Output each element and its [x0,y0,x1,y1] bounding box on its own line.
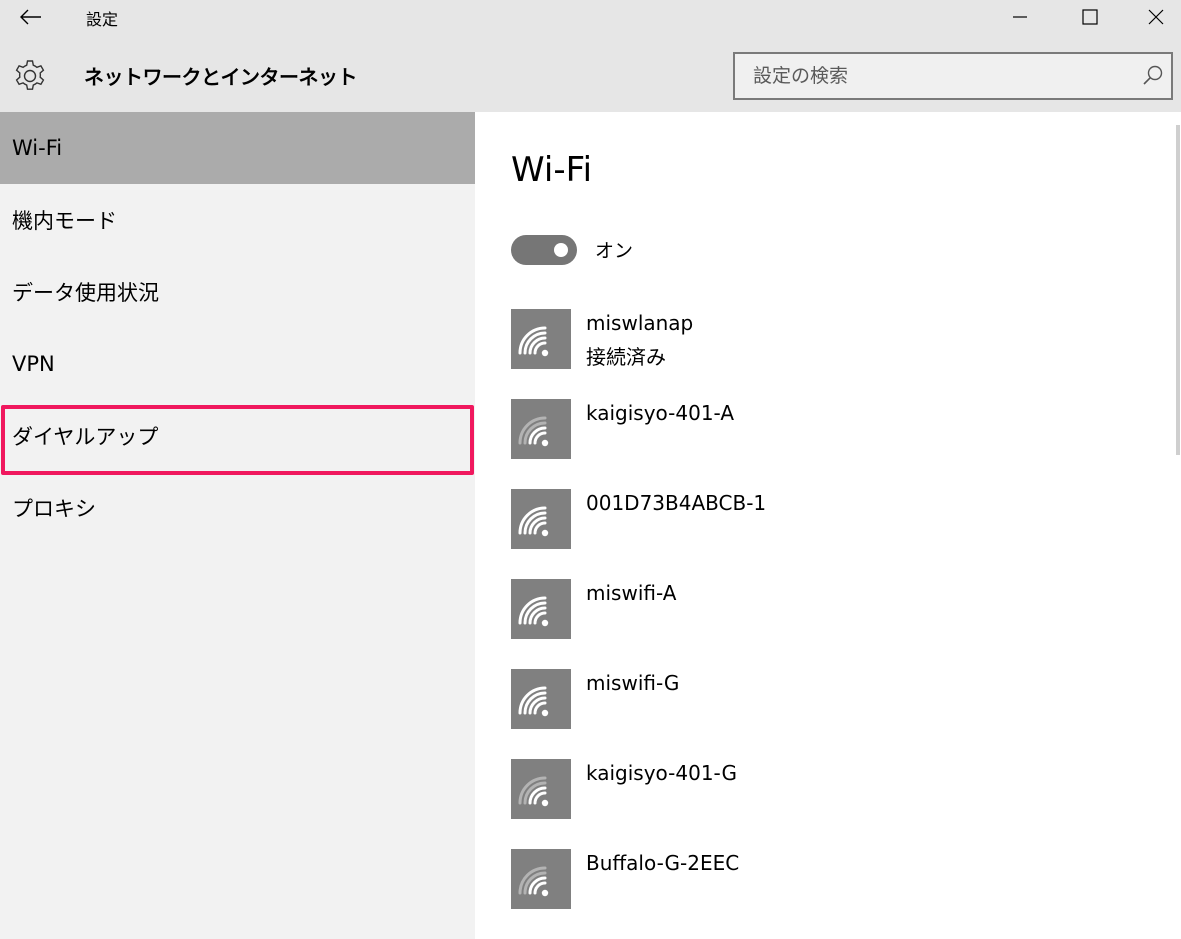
network-tile [511,849,571,909]
minimize-icon [1013,16,1027,18]
wifi-signal-icon [518,416,549,447]
app-title: 設定 [86,10,119,29]
sidebar-item-label: データ使用状況 [12,281,159,305]
network-item[interactable]: Buffalo-G-2EEC [511,849,1111,911]
wifi-signal-icon [518,506,549,537]
maximize-icon [1082,9,1098,25]
scrollbar[interactable] [1176,125,1180,455]
network-name: Buffalo-G-2EEC [586,851,740,875]
wifi-signal-icon [518,326,549,357]
settings-header: ネットワークとインターネット [0,36,1181,112]
search-input[interactable] [735,54,1133,98]
network-name: kaigisyo-401-G [586,761,737,785]
sidebar-item-data-usage[interactable]: データ使用状況 [0,256,475,328]
network-item[interactable]: kaigisyo-401-G [511,759,1111,821]
sidebar: Wi-Fi 機内モード データ使用状況 VPN ダイヤルアップ プロキシ [0,112,475,939]
section-title: ネットワークとインターネット [84,65,358,89]
wifi-toggle[interactable] [511,235,577,265]
close-icon [1148,9,1163,25]
network-tile [511,489,571,549]
network-name: miswifi-A [586,581,677,605]
network-status: 接続済み [586,345,666,369]
sidebar-item-label: プロキシ [12,497,96,521]
network-name: kaigisyo-401-A [586,401,735,425]
highlight-box [1,405,474,475]
gear-icon [15,60,45,90]
back-arrow-icon [20,9,41,25]
network-tile [511,309,571,369]
network-item[interactable]: miswifi-G [511,669,1111,731]
network-name: miswlanap [586,311,694,335]
close-button[interactable] [1130,0,1181,34]
wifi-signal-icon [518,596,549,627]
toggle-knob [554,243,568,257]
wifi-signal-icon [518,866,549,897]
network-item[interactable]: kaigisyo-401-A [511,399,1111,461]
network-item[interactable]: miswlanap 接続済み [511,309,1111,371]
title-bar: 設定 [0,0,1181,36]
network-tile [511,669,571,729]
sidebar-item-label: Wi-Fi [12,136,63,160]
network-tile [511,759,571,819]
toggle-label: オン [595,240,634,262]
search-box[interactable] [733,52,1173,100]
back-button[interactable] [16,4,46,30]
minimize-button[interactable] [990,0,1050,34]
page-title: Wi-Fi [511,150,593,190]
sidebar-item-label: VPN [12,352,55,376]
network-tile [511,399,571,459]
sidebar-item-wifi[interactable]: Wi-Fi [0,112,475,184]
wifi-signal-icon [518,686,549,717]
main-content: Wi-Fi オン miswlanap 接続済み kaigisyo-401-A 0… [475,112,1181,939]
network-tile [511,579,571,639]
sidebar-item-proxy[interactable]: プロキシ [0,472,475,544]
sidebar-item-vpn[interactable]: VPN [0,328,475,400]
maximize-button[interactable] [1060,0,1120,34]
search-icon[interactable] [1141,64,1165,88]
network-name: 001D73B4ABCB-1 [586,491,767,515]
sidebar-item-airplane-mode[interactable]: 機内モード [0,184,475,256]
network-name: miswifi-G [586,671,680,695]
network-item[interactable]: miswifi-A [511,579,1111,641]
wifi-signal-icon [518,776,549,807]
network-item[interactable]: 001D73B4ABCB-1 [511,489,1111,551]
sidebar-item-label: 機内モード [12,209,117,233]
